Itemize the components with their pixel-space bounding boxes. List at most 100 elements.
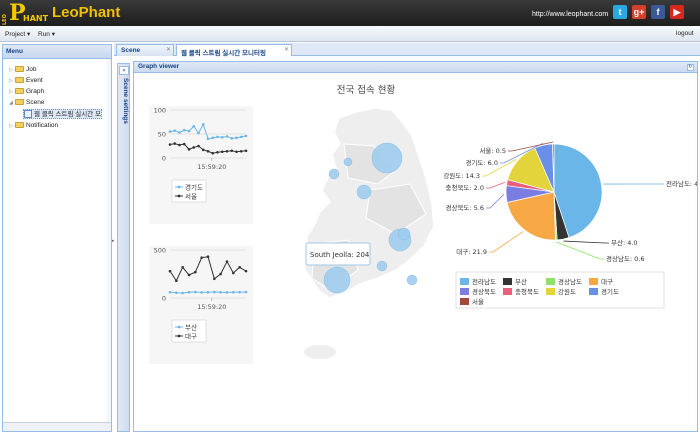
series-point [187, 148, 191, 151]
expand-icon[interactable]: » [119, 66, 129, 75]
menu-horizontal-scrollbar[interactable] [3, 422, 111, 431]
tab-scene[interactable]: Scene ✕ [116, 44, 174, 56]
korea-map: South Jeolla: 204 [303, 107, 435, 359]
twitter-icon[interactable]: t [613, 5, 627, 19]
scene-icon [24, 110, 32, 119]
series-point [219, 290, 222, 294]
series-point [235, 136, 238, 140]
region-bubble [397, 227, 411, 241]
facebook-icon[interactable]: f [651, 5, 665, 19]
logo-hant-text: HANT [23, 14, 49, 23]
series-point [168, 143, 172, 146]
run-menu[interactable]: Run ▾ [38, 30, 55, 38]
tree-item-scene-child[interactable]: 웹 클릭 스트림 실시간 모 [23, 109, 103, 119]
menu-panel-title: Menu [3, 45, 111, 59]
series-point [181, 265, 184, 269]
series-point [211, 136, 215, 140]
folder-icon [15, 77, 24, 84]
menu-bar: Project ▾ Run ▾ logout [0, 26, 700, 42]
youtube-icon[interactable]: ▶ [670, 5, 684, 19]
pie-legend-label: 충청북도 [515, 287, 539, 296]
series-point [213, 277, 216, 281]
region-bubble [376, 260, 388, 272]
site-url[interactable]: http://www.leophant.com [532, 11, 608, 18]
top-header: LEO P HANT LeoPhant http://www.leophant.… [0, 0, 700, 26]
y-tick-label: 0 [162, 295, 166, 303]
pie-data-label: 서울: 0.5 [479, 146, 506, 155]
tab-web-click-stream[interactable]: 웹 클릭 스트림 실시간 모니터링 ✕ [176, 44, 292, 57]
series-point [201, 123, 205, 126]
series-point [219, 272, 222, 276]
pie-data-label: 충청북도: 2.0 [445, 183, 484, 192]
region-bubble [343, 157, 353, 167]
pie-legend-label: 강원도 [558, 287, 576, 296]
refresh-icon[interactable]: ↻ [687, 64, 694, 71]
google-plus-icon[interactable]: g+ [632, 5, 646, 19]
region-bubble [323, 266, 351, 294]
series-point [206, 149, 210, 153]
jeju-island-shape [304, 345, 336, 359]
series-point [244, 134, 248, 138]
menu-vertical-scrollbar[interactable] [107, 59, 111, 423]
tree-item-scene[interactable]: ◢ Scene [9, 98, 44, 108]
series-point [197, 144, 200, 148]
series-point [201, 148, 205, 152]
legend-marker [177, 334, 181, 338]
region-bubble [356, 184, 372, 200]
tree-item-label: Graph [26, 88, 45, 95]
series-point [235, 150, 238, 154]
tree-item-graph[interactable]: ▷ Graph [9, 87, 44, 97]
series-point [197, 131, 200, 135]
logout-link[interactable]: logout [676, 30, 694, 37]
close-icon[interactable]: ✕ [284, 46, 289, 53]
series-point [220, 136, 224, 139]
series-point [175, 291, 178, 295]
pie-leader-line [489, 231, 524, 253]
y-tick-label: 50 [158, 131, 166, 139]
series-point [194, 270, 197, 274]
pie-legend-label: 전라남도 [472, 277, 496, 286]
legend-label: 부산 [185, 323, 197, 332]
series-point [182, 142, 186, 146]
pie-data-label: 경상남도: 0.6 [606, 254, 645, 263]
series-point [244, 149, 248, 153]
pie-data-label: 강원도: 14.3 [443, 171, 480, 180]
legend-swatch [546, 288, 555, 295]
pie-data-label: 전라남도: 44.8 [666, 179, 697, 188]
tree-item-event[interactable]: ▷ Event [9, 76, 43, 86]
series-point [225, 291, 229, 294]
tab-web-click-stream-label: 웹 클릭 스트림 실시간 모니터링 [181, 50, 266, 57]
collapse-left-arrow-icon[interactable]: ▸ [112, 238, 115, 244]
y-tick-label: 500 [154, 247, 166, 255]
series-point [181, 291, 184, 295]
pie-legend-label: 경기도 [601, 287, 619, 296]
tree-item-notification[interactable]: ▷ Notification [9, 121, 58, 131]
series-point [225, 135, 229, 138]
brand-name: LeoPhant [52, 4, 121, 21]
tree-item-label: Scene [26, 99, 45, 106]
x-time-label: 15:59:20 [197, 303, 226, 311]
pie-data-label: 대구: 21.9 [456, 248, 487, 256]
scene-settings-label: Scene settings [122, 78, 129, 124]
scene-settings-panel[interactable]: » Scene settings [117, 63, 130, 432]
series-point [182, 128, 186, 132]
legend-swatch [546, 278, 555, 285]
tree-item-job[interactable]: ▷ Job [9, 65, 36, 75]
pie-legend-label: 서울 [472, 297, 484, 306]
folder-icon [15, 122, 24, 129]
series-point [220, 150, 224, 154]
series-point [206, 137, 210, 141]
project-menu[interactable]: Project ▾ [5, 30, 30, 38]
folder-icon [15, 88, 24, 95]
close-icon[interactable]: ✕ [166, 46, 171, 53]
series-point [239, 135, 243, 139]
series-point [187, 290, 191, 294]
series-point [239, 149, 243, 153]
legend-marker [177, 194, 181, 198]
tab-scene-label: Scene [121, 47, 141, 54]
pie-legend-label: 경상북도 [472, 287, 496, 296]
pie-legend-label: 대구 [601, 278, 613, 286]
series-point [206, 290, 210, 294]
pie-data-label: 부산: 4.0 [611, 238, 638, 247]
pie-data-label: 경상북도: 5.6 [445, 203, 484, 212]
